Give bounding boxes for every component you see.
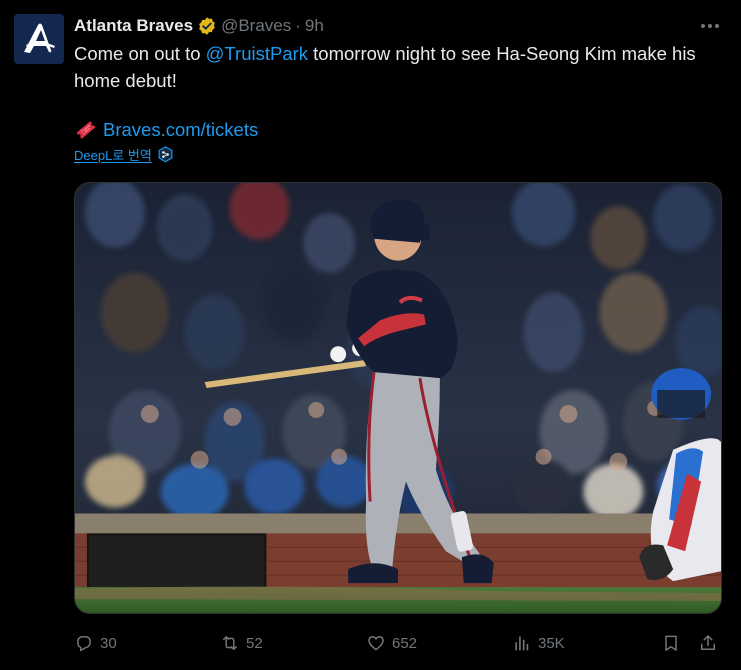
handle[interactable]: @Braves [221,16,291,36]
bookmark-icon [665,635,677,651]
avatar[interactable] [14,14,64,64]
reply-button[interactable]: 30 [74,628,117,658]
ticket-link-line: Braves.com/tickets [74,116,258,143]
field-grass [75,586,721,613]
more-icon[interactable] [696,14,724,38]
translate-link[interactable]: DeepL로 번역 [74,144,174,164]
views-icon [515,636,529,651]
retweet-count: 52 [246,634,263,652]
views-count: 35K [538,634,565,652]
like-button[interactable]: 652 [366,628,417,658]
share-button[interactable] [698,628,718,658]
tweet-text-before: Come on out to [74,43,206,64]
retweet-icon [223,636,237,650]
display-name[interactable]: Atlanta Braves [74,16,193,36]
translate-label: DeepL로 번역 [74,147,152,163]
tweet-photo[interactable] [74,182,722,614]
reply-count: 30 [100,634,117,652]
timestamp[interactable]: 9h [305,16,324,36]
tweet-text: Come on out to @TruistPark tomorrow nigh… [74,40,724,94]
retweet-button[interactable]: 52 [220,628,263,658]
views-button[interactable]: 35K [512,628,565,658]
mention-link[interactable]: @TruistPark [206,43,308,64]
separator-dot: · [295,16,301,35]
braves-a-logo [24,23,55,53]
deepl-icon [158,145,173,162]
tweet-header: Atlanta Braves @Braves · 9h [74,15,324,37]
action-bar: 30 52 652 35K [74,628,724,658]
heart-icon [368,636,384,651]
reply-icon [77,636,91,652]
like-count: 652 [392,634,418,652]
gold-verified-badge-icon[interactable] [197,16,217,36]
bookmark-button[interactable] [661,628,681,658]
tickets-link[interactable]: Braves.com/tickets [103,119,258,141]
tweet[interactable]: Atlanta Braves @Braves · 9h Come on out … [0,0,741,670]
ticket-emoji-icon [76,120,96,139]
share-icon [701,635,715,650]
